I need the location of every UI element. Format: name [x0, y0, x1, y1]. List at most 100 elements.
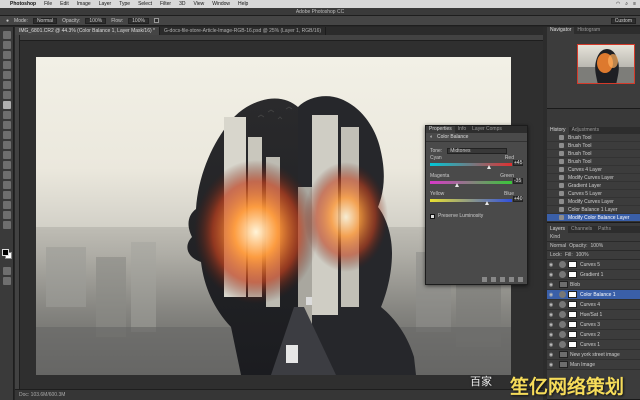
screen-mode-icon[interactable] — [3, 277, 11, 285]
adjustment-layer-icon[interactable] — [559, 291, 566, 298]
move-tool-icon[interactable] — [3, 31, 11, 39]
opacity-field[interactable]: 100% — [85, 17, 107, 24]
layer-mask-thumbnail[interactable] — [568, 261, 577, 268]
layer-mask-thumbnail[interactable] — [568, 321, 577, 328]
layer-row[interactable]: ◉ New york street image — [547, 350, 640, 360]
menu-3d[interactable]: 3D — [179, 1, 185, 7]
history-item[interactable]: Brush Tool — [547, 134, 640, 142]
slider-track[interactable] — [430, 163, 512, 166]
menu-window[interactable]: Window — [212, 1, 230, 7]
layer-mask-thumbnail[interactable] — [568, 271, 577, 278]
properties-panel[interactable]: Properties Info Layer Comps ◐ Color Bala… — [425, 125, 528, 285]
tab-navigator[interactable]: Navigator — [547, 27, 575, 34]
menu-image[interactable]: Image — [77, 1, 91, 7]
visibility-eye-icon[interactable]: ◉ — [547, 362, 555, 368]
history-item[interactable]: Modify Color Balance Layer — [547, 214, 640, 222]
layer-mask-thumbnail[interactable] — [568, 311, 577, 318]
blend-mode-select[interactable]: Normal — [550, 243, 566, 249]
visibility-eye-icon[interactable]: ◉ — [547, 262, 555, 268]
lasso-tool-icon[interactable] — [3, 51, 11, 59]
layer-thumbnail[interactable] — [559, 351, 568, 358]
visibility-eye-icon[interactable]: ◉ — [547, 332, 555, 338]
type-tool-icon[interactable] — [3, 181, 11, 189]
menu-view[interactable]: View — [194, 1, 205, 7]
visibility-eye-icon[interactable]: ◉ — [547, 292, 555, 298]
zoom-tool-icon[interactable] — [3, 221, 11, 229]
tab-info[interactable]: Info — [455, 126, 469, 133]
adjustment-layer-icon[interactable] — [559, 301, 566, 308]
document-tab[interactable]: G-docs-file-store-Article-Image-RGB-16.p… — [160, 27, 327, 35]
document-tab-active[interactable]: IMG_6801.CR2 @ 44.3% (Color Balance 1, L… — [15, 27, 160, 35]
hand-tool-icon[interactable] — [3, 211, 11, 219]
slider-value-field[interactable]: +40 — [513, 196, 523, 202]
visibility-eye-icon[interactable]: ◉ — [547, 322, 555, 328]
filter-kind-select[interactable]: Kind — [550, 234, 560, 240]
slider-knob[interactable] — [485, 201, 490, 205]
dodge-tool-icon[interactable] — [3, 161, 11, 169]
layer-row[interactable]: ◉ Curves 2 — [547, 330, 640, 340]
adjustment-layer-icon[interactable] — [559, 331, 566, 338]
visibility-icon[interactable] — [509, 277, 514, 282]
layer-row[interactable]: ◉ Curves 1 — [547, 340, 640, 350]
history-item[interactable]: Brush Tool — [547, 142, 640, 150]
shape-tool-icon[interactable] — [3, 201, 11, 209]
layer-opacity-field[interactable]: 100% — [590, 243, 603, 249]
menu-help[interactable]: Help — [238, 1, 248, 7]
blur-tool-icon[interactable] — [3, 151, 11, 159]
visibility-eye-icon[interactable]: ◉ — [547, 272, 555, 278]
visibility-eye-icon[interactable]: ◉ — [547, 302, 555, 308]
tone-select[interactable]: Midtones — [447, 147, 508, 154]
tab-histogram[interactable]: Histogram — [574, 27, 603, 34]
layer-row[interactable]: ◉ Curves 3 — [547, 320, 640, 330]
menu-select[interactable]: Select — [138, 1, 152, 7]
tab-adjustments[interactable]: Adjustments — [569, 127, 603, 134]
foreground-color-swatch[interactable] — [2, 249, 9, 256]
menu-edit[interactable]: Edit — [60, 1, 69, 7]
adjustment-layer-icon[interactable] — [559, 271, 566, 278]
layer-row[interactable]: ◉ Man Image — [547, 360, 640, 370]
quick-mask-icon[interactable] — [3, 267, 11, 275]
gradient-tool-icon[interactable] — [3, 141, 11, 149]
trash-icon[interactable] — [518, 277, 523, 282]
wifi-icon[interactable]: ◠ — [616, 1, 620, 7]
menu-layer[interactable]: Layer — [99, 1, 112, 7]
mode-select[interactable]: Normal — [32, 17, 58, 24]
path-select-tool-icon[interactable] — [3, 191, 11, 199]
reset-icon[interactable] — [500, 277, 505, 282]
adjustment-layer-icon[interactable] — [559, 261, 566, 268]
marquee-tool-icon[interactable] — [3, 41, 11, 49]
slider-knob[interactable] — [455, 183, 460, 187]
layer-mask-thumbnail[interactable] — [568, 331, 577, 338]
menu-app[interactable]: Photoshop — [10, 1, 36, 7]
layer-fill-field[interactable]: 100% — [576, 252, 589, 258]
layer-thumbnail[interactable] — [559, 361, 568, 368]
pen-tool-icon[interactable] — [3, 171, 11, 179]
history-item[interactable]: Curves 4 Layer — [547, 166, 640, 174]
layer-mask-thumbnail[interactable] — [568, 341, 577, 348]
adjustment-layer-icon[interactable] — [559, 321, 566, 328]
layer-thumbnail[interactable] — [559, 281, 568, 288]
tab-paths[interactable]: Paths — [595, 226, 614, 233]
visibility-eye-icon[interactable]: ◉ — [547, 352, 555, 358]
clip-to-layer-icon[interactable] — [482, 277, 487, 282]
eyedropper-tool-icon[interactable] — [3, 81, 11, 89]
tab-channels[interactable]: Channels — [568, 226, 595, 233]
layer-row[interactable]: ◉ Color Balance 1 — [547, 290, 640, 300]
search-icon[interactable]: ⌕ — [625, 1, 628, 7]
slider-knob[interactable] — [487, 165, 492, 169]
layer-row[interactable]: ◉ Blob — [547, 280, 640, 290]
visibility-eye-icon[interactable]: ◉ — [547, 282, 555, 288]
preserve-luminosity-checkbox[interactable] — [430, 213, 435, 219]
view-previous-icon[interactable] — [491, 277, 496, 282]
menu-file[interactable]: File — [44, 1, 52, 7]
layer-mask-thumbnail[interactable] — [568, 291, 577, 298]
layer-row[interactable]: ◉ Hue/Sat 1 — [547, 310, 640, 320]
menu-filter[interactable]: Filter — [160, 1, 171, 7]
adjustment-layer-icon[interactable] — [559, 311, 566, 318]
workspace-select[interactable]: Custom — [610, 17, 636, 24]
layer-mask-thumbnail[interactable] — [568, 301, 577, 308]
brush-tool-icon[interactable] — [3, 101, 11, 109]
tab-layer-comps[interactable]: Layer Comps — [469, 126, 505, 133]
history-item[interactable]: Brush Tool — [547, 150, 640, 158]
layer-row[interactable]: ◉ Curves 5 — [547, 260, 640, 270]
